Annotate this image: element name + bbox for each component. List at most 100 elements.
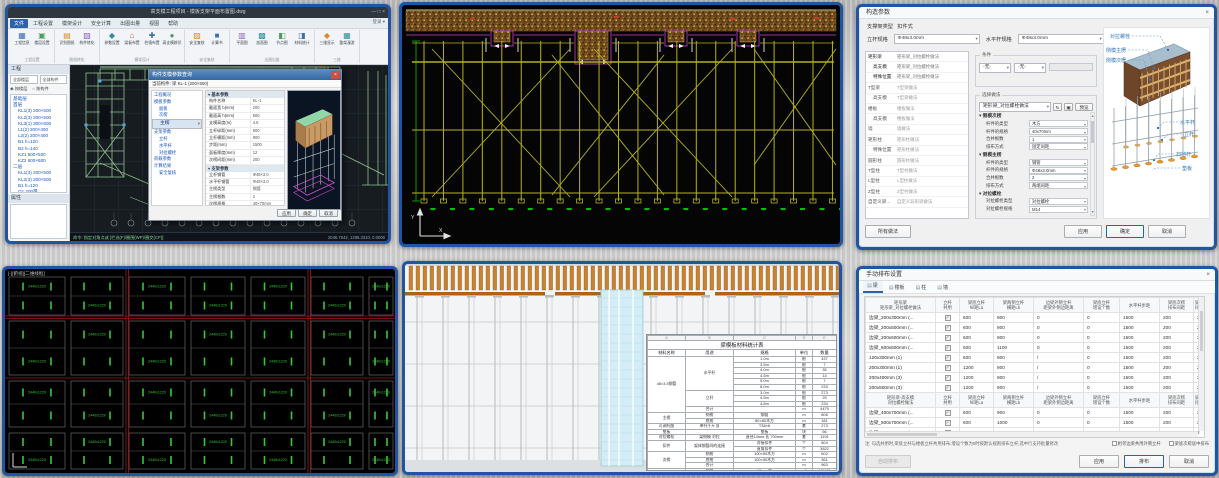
dialog-tree-item[interactable]: 模板参数	[152, 99, 202, 106]
grid-value-cell[interactable]: 0	[1034, 343, 1084, 353]
grid-value-cell[interactable]: /	[1034, 363, 1084, 373]
grid-value-cell[interactable]: 1500	[1120, 373, 1160, 383]
ribbon-button[interactable]: ◆三维显示	[317, 30, 337, 57]
grid-value-cell[interactable]: 1500	[1120, 408, 1160, 418]
shared-pole-checkbox[interactable]: ✓	[945, 420, 951, 426]
tab-梁[interactable]: ▤梁	[863, 281, 883, 293]
grid-row[interactable]: 边梁_200x500mm (...✓6009000015002002	[866, 323, 1206, 333]
prop-value[interactable]: 500	[250, 113, 284, 119]
grid-value-cell[interactable]: 900	[994, 383, 1034, 393]
beam-name-cell[interactable]: 边梁_200x600mm (...	[866, 333, 936, 343]
dialog-tree-item[interactable]: 次楞	[152, 112, 202, 119]
condition-select-2[interactable]: -无-	[1014, 63, 1046, 73]
grid-value-cell[interactable]: 0	[1084, 373, 1120, 383]
grid-column-header[interactable]: 矩形梁-高支模 对拉螺栓做法	[866, 393, 936, 408]
grid-value-cell[interactable]: 0	[1034, 408, 1084, 418]
shared-pole-checkbox[interactable]: ✓	[945, 365, 951, 371]
shared-pole-checkbox[interactable]: ✓	[945, 375, 951, 381]
grid-value-cell[interactable]: 900	[994, 363, 1034, 373]
grid-column-header[interactable]: 梁两侧立杆 横距Lb	[994, 393, 1034, 408]
grid-value-cell[interactable]: 1500	[1120, 363, 1160, 373]
grid-row[interactable]: 120x300mm (1)✓600900/015002002	[866, 353, 1206, 363]
prop-section-header[interactable]: ▾ 侧模次楞	[979, 112, 1088, 120]
method-list-row[interactable]: 矩形柱矩形柱做法	[866, 135, 968, 145]
close-icon[interactable]: ×	[1205, 7, 1209, 19]
grid-value-cell[interactable]: 0	[1084, 343, 1120, 353]
grid-column-header[interactable]: 边梁外侧立杆 距梁外侧边距离	[1034, 298, 1084, 313]
ribbon-button[interactable]: ◨材料统计	[292, 30, 312, 57]
ribbon-button[interactable]: ✚柱墙布置	[142, 30, 162, 57]
preview-button[interactable]: 预览	[1075, 103, 1093, 111]
tab-墙[interactable]: ▤墙	[933, 283, 953, 293]
prop-value-select[interactable]: Φ48x3.0mm	[1029, 167, 1088, 174]
grid-row[interactable]: 200x400mm (3)✓1200900/015002002	[866, 373, 1206, 383]
method-list-row[interactable]: T型柱T型柱做法	[866, 166, 968, 176]
cancel-button[interactable]: 取消	[1169, 455, 1209, 468]
tab-楼板[interactable]: ▤楼板	[885, 283, 910, 293]
grid-value-cell[interactable]: 1500	[1120, 343, 1160, 353]
grid-value-cell[interactable]: 1500	[1120, 383, 1160, 393]
prop-value[interactable]: 900	[250, 135, 284, 141]
beam-formwork-3d-preview[interactable]	[287, 90, 341, 210]
method-list-row[interactable]: 高支模T型梁做法	[866, 94, 968, 104]
dialog-titlebar[interactable]: 构件支模参数查询	[149, 70, 341, 80]
grid-value-cell[interactable]: 0	[1084, 313, 1120, 323]
grid-value-cell[interactable]: 1200	[960, 363, 994, 373]
account-area[interactable]: 登录 ▾	[372, 19, 385, 25]
grid-column-header[interactable]: 水平杆步距	[1120, 393, 1160, 408]
grid-value-cell[interactable]: 600	[960, 313, 994, 323]
grid-value-cell[interactable]: /	[1034, 353, 1084, 363]
prop-section-header[interactable]: ▾ 对拉螺栓	[979, 190, 1088, 198]
grid-value-cell[interactable]: 200	[1160, 313, 1194, 323]
grid-value-cell[interactable]: 900	[994, 323, 1034, 333]
grid-row[interactable]: 200x300mm (1)✓1200900/015002002	[866, 363, 1206, 373]
prop-section-header[interactable]: ▾ 侧模主楞	[979, 151, 1088, 159]
ribbon-button[interactable]: ◆参数设置	[102, 30, 122, 57]
grid-value-cell[interactable]: 200	[1160, 418, 1194, 428]
prop-value-select[interactable]: 40x70mm	[1029, 128, 1088, 135]
grid-value-cell[interactable]: 1000	[994, 418, 1034, 428]
radio-by-floor[interactable]: ◉ 按楼层	[10, 86, 27, 92]
grid-value-cell[interactable]: 0	[1084, 383, 1120, 393]
grid-value-cell[interactable]: 900	[994, 333, 1034, 343]
grid-value-cell[interactable]: 600	[960, 418, 994, 428]
method-list-row[interactable]: 楼板楼板做法	[866, 104, 968, 114]
grid-value-cell[interactable]: 600	[960, 353, 994, 363]
dialog-tree-item[interactable]: 水平杆	[152, 143, 202, 150]
window-controls[interactable]: — □ ×	[371, 7, 385, 18]
grid-value-cell[interactable]: 0	[1084, 353, 1120, 363]
prop-value[interactable]: 4.5	[250, 120, 284, 126]
ribbon-button[interactable]: ▣楼层设置	[32, 30, 52, 57]
grid-value-cell[interactable]: 0	[1034, 418, 1084, 428]
grid-value-cell[interactable]: 1200	[960, 373, 994, 383]
shared-pole-checkbox[interactable]: ✓	[945, 345, 951, 351]
dialog-tree-item[interactable]: 主楞	[152, 119, 202, 129]
ribbon-button[interactable]: ■计算书	[207, 30, 227, 57]
grid-value-cell[interactable]: 0	[1034, 313, 1084, 323]
method-list-row[interactable]: T型梁T型梁做法	[866, 83, 968, 93]
method-list-row[interactable]: 特殊位置矩形梁_对拉螺栓做法	[866, 73, 968, 83]
grid-row[interactable]: 边梁_500x700mm (...✓60010000015002002	[866, 418, 1206, 428]
dialog-tree-item[interactable]: 支架参数	[152, 129, 202, 136]
checkbox-centered-joist[interactable]: 梁底次楞居中排布	[1169, 441, 1209, 447]
grid-value-cell[interactable]: 600	[960, 408, 994, 418]
grid-value-cell[interactable]: 1100	[994, 343, 1034, 353]
grid-column-header[interactable]: 梁底次楞 排布间距	[1160, 298, 1194, 313]
grid-row[interactable]: 边梁_600x600mm (...✓60011000015002002	[866, 343, 1206, 353]
elevation-drawing-canvas[interactable]: Y X	[402, 5, 840, 244]
prop-value[interactable]: 2	[250, 194, 284, 200]
checkbox-shared-edge-pole[interactable]: 相邻边梁共用外侧立杆	[1112, 441, 1161, 447]
prop-value-select[interactable]: 固定间距	[1029, 143, 1088, 150]
dialog-button-确定[interactable]: 确定	[298, 209, 317, 217]
grid-value-cell[interactable]: 1500	[1120, 313, 1160, 323]
shared-pole-checkbox[interactable]: ✓	[945, 315, 951, 321]
grid-value-cell[interactable]: 1500	[1120, 353, 1160, 363]
ribbon-button[interactable]: ▤识别图纸	[57, 30, 77, 57]
grid-value-cell[interactable]: 200	[1160, 363, 1194, 373]
grid-column-header[interactable]: 梁底立杆 纵距La	[960, 298, 994, 313]
grid-value-cell[interactable]: 600	[960, 323, 994, 333]
beam-name-cell[interactable]: 200x500mm (3)	[866, 383, 936, 393]
apply-button[interactable]: 应用	[1064, 225, 1102, 238]
beam-name-cell[interactable]: 200x400mm (3)	[866, 373, 936, 383]
ok-button[interactable]: 确定	[1106, 225, 1144, 238]
